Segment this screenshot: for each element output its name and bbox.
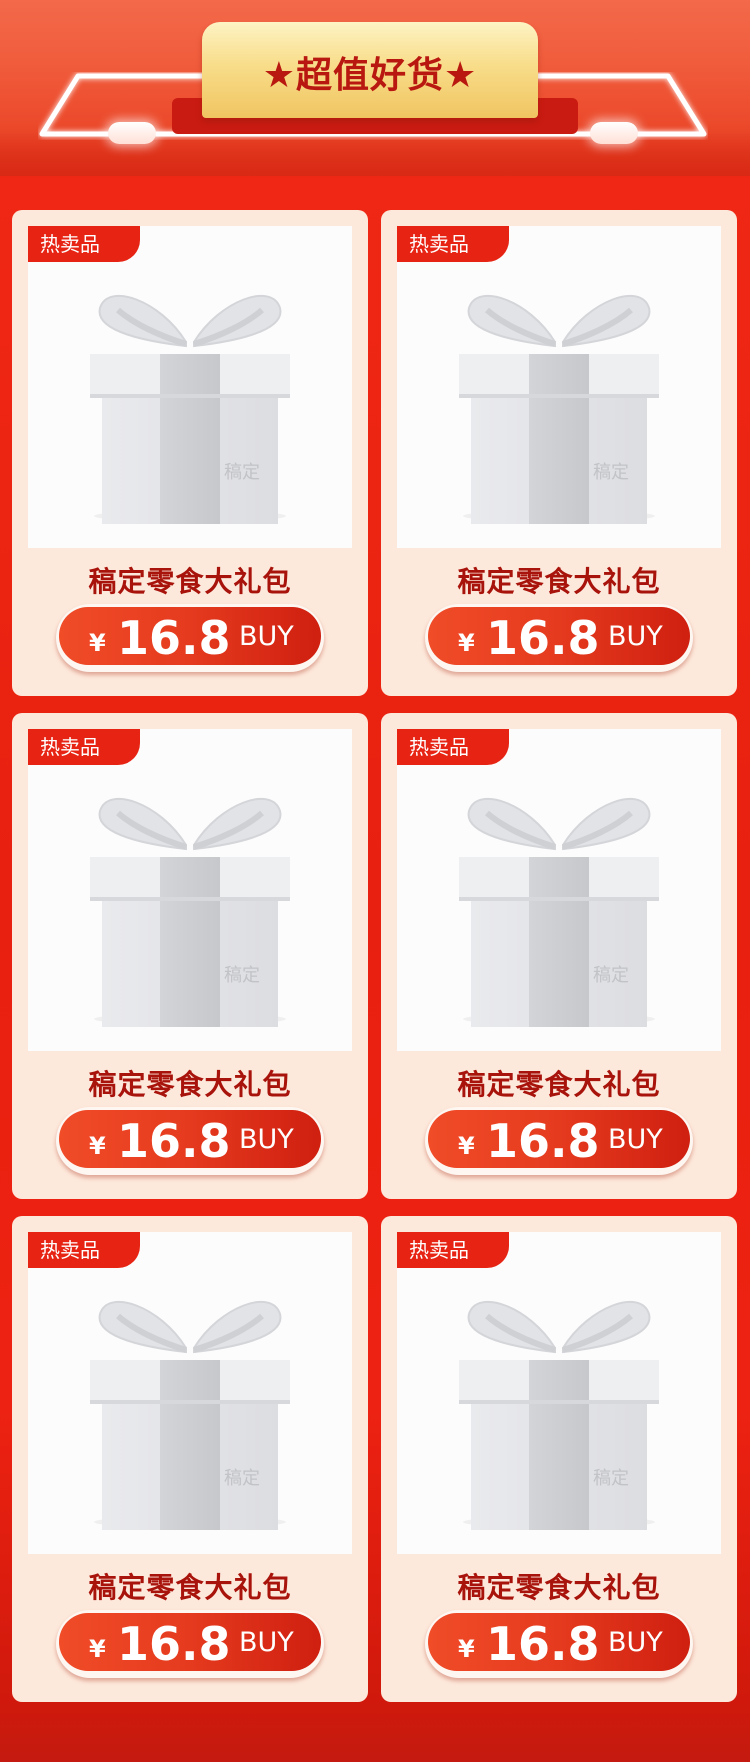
product-image[interactable]: 热卖品 稿定 xyxy=(28,729,352,1051)
buy-button-face[interactable]: ¥ 16.8 BUY xyxy=(428,1110,690,1168)
header-banner: ★超值好货★ xyxy=(0,0,750,176)
hot-sale-badge: 热卖品 xyxy=(28,1232,140,1268)
gift-box-icon xyxy=(90,1300,290,1530)
product-title[interactable]: 稿定零食大礼包 xyxy=(381,560,737,600)
product-card[interactable]: 热卖品 稿定 稿定零食大礼包 ¥ 16.8 BUY xyxy=(381,713,737,1199)
price-value: 16.8 xyxy=(486,1617,600,1671)
price-value: 16.8 xyxy=(117,1617,231,1671)
gift-box-icon xyxy=(459,294,659,524)
product-title[interactable]: 稿定零食大礼包 xyxy=(12,1566,368,1606)
page-title: ★超值好货★ xyxy=(262,55,478,96)
price-value: 16.8 xyxy=(486,1114,600,1168)
watermark-text: 稿定 xyxy=(593,965,629,986)
buy-button-face[interactable]: ¥ 16.8 BUY xyxy=(59,607,321,665)
currency-symbol: ¥ xyxy=(89,1132,106,1160)
frame-knob-left xyxy=(108,122,156,144)
buy-label: BUY xyxy=(239,1627,294,1658)
watermark-text: 稿定 xyxy=(593,462,629,483)
hot-sale-badge: 热卖品 xyxy=(28,226,140,262)
buy-label: BUY xyxy=(608,1124,663,1155)
currency-symbol: ¥ xyxy=(89,1635,106,1663)
price-value: 16.8 xyxy=(486,611,600,665)
buy-button-face[interactable]: ¥ 16.8 BUY xyxy=(428,607,690,665)
product-card[interactable]: 热卖品 稿定 稿定零食大礼包 ¥ 16.8 BUY xyxy=(12,1216,368,1702)
buy-button[interactable]: ¥ 16.8 BUY xyxy=(425,1107,693,1175)
watermark-text: 稿定 xyxy=(224,462,260,483)
gift-box-icon xyxy=(90,294,290,524)
hot-sale-badge: 热卖品 xyxy=(397,729,509,765)
hot-sale-badge: 热卖品 xyxy=(28,729,140,765)
buy-button[interactable]: ¥ 16.8 BUY xyxy=(56,1107,324,1175)
product-card[interactable]: 热卖品 稿定 稿定零食大礼包 ¥ 16.8 BUY xyxy=(381,1216,737,1702)
product-title[interactable]: 稿定零食大礼包 xyxy=(381,1566,737,1606)
buy-button[interactable]: ¥ 16.8 BUY xyxy=(56,1610,324,1678)
buy-label: BUY xyxy=(608,621,663,652)
promo-page: ★超值好货★ 热卖品 稿定 稿定零食大礼包 ¥ 16.8 BUY 热卖品 稿定 … xyxy=(0,0,750,1762)
hot-sale-badge: 热卖品 xyxy=(397,226,509,262)
product-image[interactable]: 热卖品 稿定 xyxy=(397,1232,721,1554)
product-image[interactable]: 热卖品 稿定 xyxy=(397,226,721,548)
buy-button[interactable]: ¥ 16.8 BUY xyxy=(425,1610,693,1678)
buy-label: BUY xyxy=(608,1627,663,1658)
currency-symbol: ¥ xyxy=(458,629,475,657)
product-card[interactable]: 热卖品 稿定 稿定零食大礼包 ¥ 16.8 BUY xyxy=(12,210,368,696)
product-card[interactable]: 热卖品 稿定 稿定零食大礼包 ¥ 16.8 BUY xyxy=(381,210,737,696)
buy-button-face[interactable]: ¥ 16.8 BUY xyxy=(59,1613,321,1671)
buy-button-face[interactable]: ¥ 16.8 BUY xyxy=(428,1613,690,1671)
buy-label: BUY xyxy=(239,621,294,652)
gift-box-icon xyxy=(459,797,659,1027)
product-title[interactable]: 稿定零食大礼包 xyxy=(12,560,368,600)
currency-symbol: ¥ xyxy=(89,629,106,657)
frame-knob-right xyxy=(590,122,638,144)
product-title[interactable]: 稿定零食大礼包 xyxy=(12,1063,368,1103)
product-title[interactable]: 稿定零食大礼包 xyxy=(381,1063,737,1103)
price-value: 16.8 xyxy=(117,611,231,665)
gift-box-icon xyxy=(90,797,290,1027)
watermark-text: 稿定 xyxy=(593,1468,629,1489)
product-image[interactable]: 热卖品 稿定 xyxy=(397,729,721,1051)
product-image[interactable]: 热卖品 稿定 xyxy=(28,226,352,548)
currency-symbol: ¥ xyxy=(458,1635,475,1663)
buy-button[interactable]: ¥ 16.8 BUY xyxy=(425,604,693,672)
buy-button-face[interactable]: ¥ 16.8 BUY xyxy=(59,1110,321,1168)
currency-symbol: ¥ xyxy=(458,1132,475,1160)
watermark-text: 稿定 xyxy=(224,1468,260,1489)
hot-sale-badge: 热卖品 xyxy=(397,1232,509,1268)
watermark-text: 稿定 xyxy=(224,965,260,986)
buy-button[interactable]: ¥ 16.8 BUY xyxy=(56,604,324,672)
buy-label: BUY xyxy=(239,1124,294,1155)
title-plaque: ★超值好货★ xyxy=(202,22,538,118)
gift-box-icon xyxy=(459,1300,659,1530)
product-image[interactable]: 热卖品 稿定 xyxy=(28,1232,352,1554)
price-value: 16.8 xyxy=(117,1114,231,1168)
product-card[interactable]: 热卖品 稿定 稿定零食大礼包 ¥ 16.8 BUY xyxy=(12,713,368,1199)
